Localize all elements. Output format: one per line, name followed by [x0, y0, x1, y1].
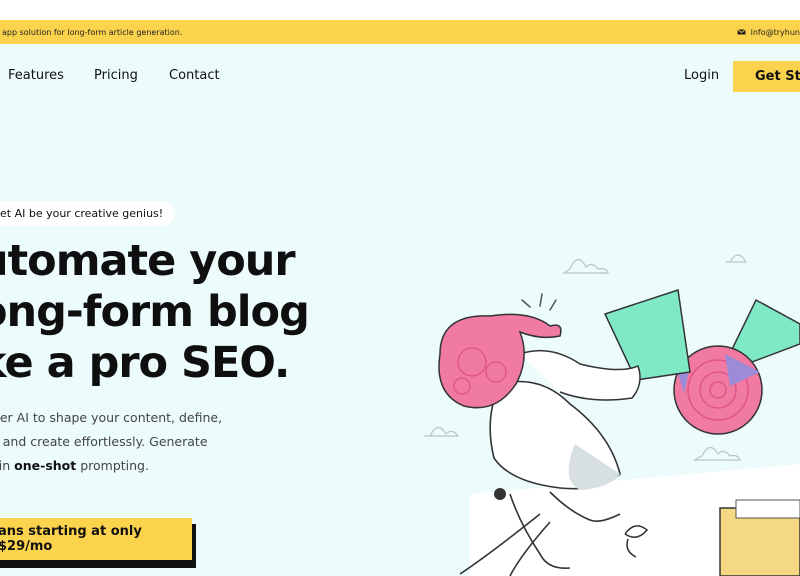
hero-illustration [424, 254, 800, 576]
folder-paper [735, 499, 800, 519]
get-started-button[interactable]: Get Sta [733, 61, 800, 92]
description-line-1: ower AI to shape your content, define, [0, 410, 223, 425]
announcement-bar: app solution for long-form article gener… [0, 20, 800, 44]
nav-features[interactable]: Features [8, 68, 64, 83]
pricing-cta-button[interactable]: ans starting at only $29/mo [0, 518, 192, 560]
green-card [603, 289, 691, 381]
mail-icon [736, 29, 746, 35]
hero-headline: utomate your ong-form blog ke a pro SEO. [0, 236, 310, 389]
hero-section: Features Pricing Contact Login Get Sta e… [0, 44, 800, 576]
nav-pricing[interactable]: Pricing [94, 68, 138, 83]
headline-line-1: utomate your [0, 236, 296, 286]
person-knee-dot [494, 488, 506, 500]
headline-line-2: ong-form blog [0, 287, 310, 337]
announcement-text: app solution for long-form article gener… [2, 27, 183, 37]
tagline-pill: et AI be your creative genius! [0, 201, 176, 226]
description-line-3: nt in one-shot prompting. [0, 458, 149, 473]
description-bold: one-shot [14, 458, 77, 473]
hero-description: ower AI to shape your content, define, e… [0, 406, 222, 478]
login-link[interactable]: Login [684, 68, 719, 83]
email-text: info@tryhun [750, 27, 800, 37]
contact-email[interactable]: info@tryhun [736, 27, 800, 37]
spark-lines [521, 293, 557, 311]
main-nav: Features Pricing Contact Login Get Sta [0, 44, 800, 110]
headline-line-3: ke a pro SEO. [0, 338, 290, 388]
nav-contact[interactable]: Contact [169, 68, 220, 83]
description-line-2: er, and create effortlessly. Generate [0, 434, 208, 449]
